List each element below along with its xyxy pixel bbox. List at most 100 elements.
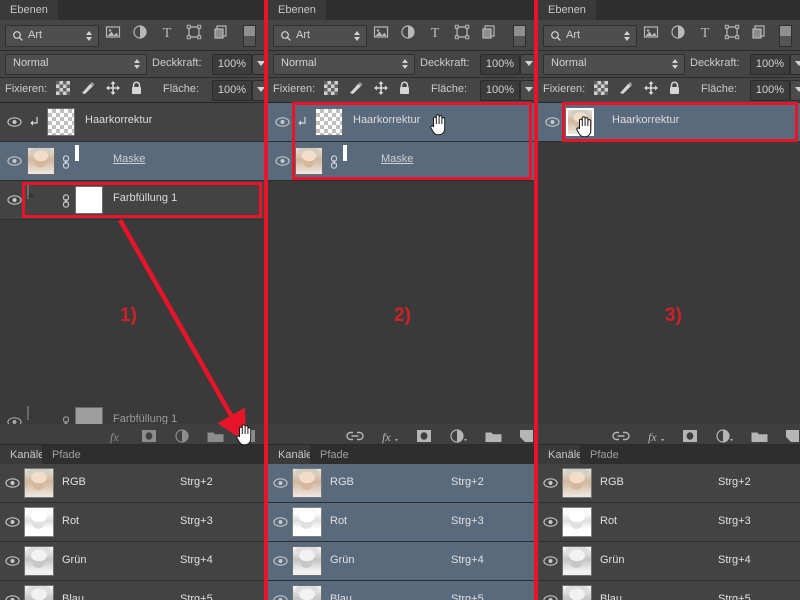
channel-row[interactable]: Blau Strg+5 <box>268 581 534 600</box>
tab-ebenen[interactable]: Ebenen <box>538 0 596 20</box>
tab-pfade[interactable]: Pfade <box>580 445 629 465</box>
layer-row-haarkorrektur[interactable]: Haarkorrektur <box>268 103 534 142</box>
layer-row-farbfuellung-1[interactable]: Farbfüllung 1 <box>0 181 264 220</box>
channel-row[interactable]: Rot Strg+3 <box>538 503 800 542</box>
eye-icon[interactable] <box>273 594 288 600</box>
eye-icon[interactable] <box>275 116 290 128</box>
eye-icon[interactable] <box>545 116 560 128</box>
layer-thumbnail[interactable] <box>295 147 323 175</box>
eye-icon[interactable] <box>273 555 288 567</box>
smartobject-filter-icon[interactable] <box>213 24 229 40</box>
channel-thumbnail[interactable] <box>562 585 592 600</box>
lock-position-icon[interactable] <box>374 81 388 98</box>
fill-layer-thumbnail[interactable] <box>27 185 29 199</box>
lock-all-icon[interactable] <box>668 81 681 98</box>
adjustment-filter-icon[interactable] <box>132 24 148 40</box>
eye-icon[interactable] <box>7 194 22 206</box>
lock-transparency-icon[interactable] <box>594 81 608 98</box>
lock-position-icon[interactable] <box>644 81 658 98</box>
layer-name[interactable]: Farbfüllung 1 <box>113 192 177 204</box>
fill-input[interactable]: 100% <box>212 80 252 101</box>
blend-mode-select[interactable]: Normal <box>543 54 685 75</box>
channel-thumbnail[interactable] <box>24 546 54 576</box>
channel-row[interactable]: RGB Strg+2 <box>268 464 534 503</box>
shape-filter-icon[interactable] <box>724 24 740 40</box>
eye-icon[interactable] <box>543 477 558 489</box>
layer-name[interactable]: Maske <box>381 153 413 165</box>
lock-all-icon[interactable] <box>130 81 143 98</box>
channel-row[interactable]: Rot Strg+3 <box>0 503 264 542</box>
channel-thumbnail[interactable] <box>24 507 54 537</box>
lock-image-icon[interactable] <box>80 81 96 98</box>
smartobject-filter-icon[interactable] <box>481 24 497 40</box>
link-icon[interactable] <box>61 194 71 208</box>
opacity-dropdown-button[interactable] <box>790 54 800 75</box>
opacity-input[interactable]: 100% <box>750 54 790 75</box>
channel-row[interactable]: RGB Strg+2 <box>0 464 264 503</box>
layer-mask-thumbnail[interactable] <box>75 145 79 161</box>
fill-input[interactable]: 100% <box>480 80 520 101</box>
opacity-input[interactable]: 100% <box>480 54 520 75</box>
fill-input[interactable]: 100% <box>750 80 790 101</box>
type-filter-icon[interactable]: T <box>159 24 175 41</box>
channel-thumbnail[interactable] <box>292 546 322 576</box>
channel-thumbnail[interactable] <box>562 546 592 576</box>
layer-thumbnail[interactable] <box>315 108 343 136</box>
filter-toggle-icon[interactable] <box>779 25 792 47</box>
eye-icon[interactable] <box>7 155 22 167</box>
channel-thumbnail[interactable] <box>562 507 592 537</box>
tab-pfade[interactable]: Pfade <box>310 445 359 465</box>
layer-filter-kind-select[interactable]: Art <box>5 25 99 47</box>
eye-icon[interactable] <box>7 116 22 128</box>
layer-name[interactable]: Haarkorrektur <box>85 114 152 126</box>
lock-image-icon[interactable] <box>618 81 634 98</box>
eye-icon[interactable] <box>5 477 20 489</box>
filter-toggle-icon[interactable] <box>513 25 526 47</box>
opacity-dropdown-button[interactable] <box>252 54 264 75</box>
channel-row[interactable]: Rot Strg+3 <box>268 503 534 542</box>
type-filter-icon[interactable]: T <box>427 24 443 41</box>
channel-thumbnail[interactable] <box>24 585 54 600</box>
image-filter-icon[interactable] <box>643 24 659 40</box>
layer-filter-kind-select[interactable]: Art <box>543 25 637 47</box>
eye-icon[interactable] <box>5 516 20 528</box>
lock-transparency-icon[interactable] <box>56 81 70 98</box>
shape-filter-icon[interactable] <box>454 24 470 40</box>
eye-icon[interactable] <box>273 477 288 489</box>
channel-row[interactable]: RGB Strg+2 <box>538 464 800 503</box>
channel-row[interactable]: Grün Strg+4 <box>268 542 534 581</box>
link-layers-icon[interactable] <box>346 430 364 445</box>
blend-mode-select[interactable]: Normal <box>5 54 147 75</box>
opacity-input[interactable]: 100% <box>212 54 252 75</box>
fill-dropdown-button[interactable] <box>790 80 800 101</box>
layer-row-haarkorrektur[interactable]: Haarkorrektur <box>0 103 264 142</box>
fill-dropdown-button[interactable] <box>252 80 264 101</box>
layer-thumbnail[interactable] <box>27 147 55 175</box>
channel-thumbnail[interactable] <box>292 468 322 498</box>
type-filter-icon[interactable]: T <box>697 24 713 41</box>
lock-image-icon[interactable] <box>348 81 364 98</box>
layer-row-maske[interactable]: Maske <box>268 142 534 181</box>
image-filter-icon[interactable] <box>373 24 389 40</box>
fill-dropdown-button[interactable] <box>520 80 534 101</box>
tab-ebenen[interactable]: Ebenen <box>0 0 58 20</box>
link-layers-icon[interactable] <box>612 430 630 445</box>
shape-filter-icon[interactable] <box>186 24 202 40</box>
smartobject-filter-icon[interactable] <box>751 24 767 40</box>
filter-toggle-icon[interactable] <box>243 25 256 47</box>
eye-icon[interactable] <box>273 516 288 528</box>
lock-all-icon[interactable] <box>398 81 411 98</box>
eye-icon[interactable] <box>543 516 558 528</box>
image-filter-icon[interactable] <box>105 24 121 40</box>
blend-mode-select[interactable]: Normal <box>273 54 415 75</box>
layer-name[interactable]: Maske <box>113 153 145 165</box>
channel-row[interactable]: Blau Strg+5 <box>538 581 800 600</box>
layer-name[interactable]: Haarkorrektur <box>353 114 420 126</box>
eye-icon[interactable] <box>5 594 20 600</box>
eye-icon[interactable] <box>543 555 558 567</box>
link-icon[interactable] <box>329 155 339 169</box>
layer-filter-kind-select[interactable]: Art <box>273 25 367 47</box>
layer-row-maske[interactable]: Maske <box>0 142 264 181</box>
layer-thumbnail[interactable] <box>47 108 75 136</box>
channel-thumbnail[interactable] <box>292 507 322 537</box>
